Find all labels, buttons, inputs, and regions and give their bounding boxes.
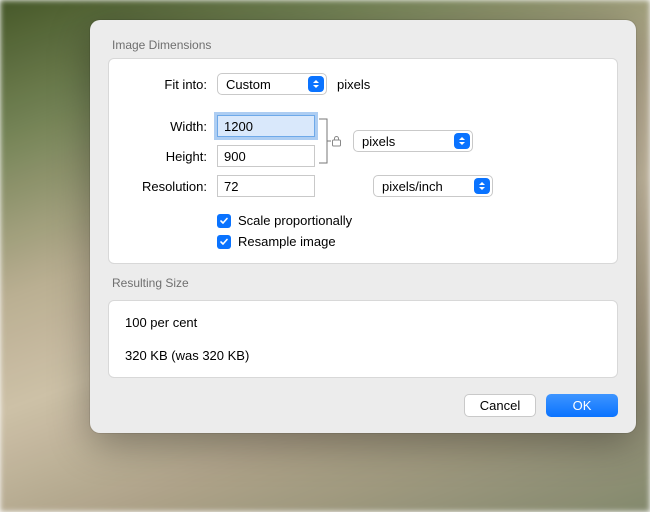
- ok-button[interactable]: OK: [546, 394, 618, 417]
- resample-image-checkbox[interactable]: [217, 235, 231, 249]
- resolution-label: Resolution:: [125, 179, 217, 194]
- resulting-size-label: Resulting Size: [108, 276, 618, 290]
- width-height-group: Width: Height:: [125, 115, 601, 167]
- scale-proportionally-row: Scale proportionally: [125, 213, 601, 228]
- dropdown-arrows-icon: [308, 76, 324, 92]
- resulting-filesize: 320 KB (was 320 KB): [125, 348, 601, 363]
- fit-into-row: Fit into: Custom pixels: [125, 73, 601, 95]
- width-label: Width:: [125, 119, 217, 134]
- dropdown-arrows-icon: [474, 178, 490, 194]
- resolution-input[interactable]: [217, 175, 315, 197]
- link-bracket: [317, 115, 333, 167]
- cancel-button[interactable]: Cancel: [464, 394, 536, 417]
- resize-dialog: Image Dimensions Fit into: Custom pixels…: [90, 20, 636, 433]
- height-label: Height:: [125, 149, 217, 164]
- width-height-unit-select[interactable]: pixels: [353, 130, 473, 152]
- width-input[interactable]: [217, 115, 315, 137]
- resulting-percent: 100 per cent: [125, 315, 601, 330]
- resample-image-row: Resample image: [125, 234, 601, 249]
- scale-proportionally-checkbox[interactable]: [217, 214, 231, 228]
- image-dimensions-box: Fit into: Custom pixels Width: Height:: [108, 58, 618, 264]
- resulting-size-box: 100 per cent 320 KB (was 320 KB): [108, 300, 618, 378]
- fit-into-label: Fit into:: [125, 77, 217, 92]
- fit-into-value: Custom: [226, 77, 271, 92]
- resolution-row: Resolution: pixels/inch: [125, 175, 601, 197]
- dialog-buttons: Cancel OK: [108, 394, 618, 417]
- lock-icon[interactable]: [329, 134, 343, 148]
- fit-into-unit: pixels: [327, 77, 370, 92]
- height-input[interactable]: [217, 145, 315, 167]
- scale-proportionally-label: Scale proportionally: [238, 213, 352, 228]
- resolution-unit-value: pixels/inch: [382, 179, 443, 194]
- resolution-unit-select[interactable]: pixels/inch: [373, 175, 493, 197]
- width-height-unit-value: pixels: [362, 134, 395, 149]
- dropdown-arrows-icon: [454, 133, 470, 149]
- fit-into-select[interactable]: Custom: [217, 73, 327, 95]
- resample-image-label: Resample image: [238, 234, 336, 249]
- image-dimensions-label: Image Dimensions: [108, 38, 618, 52]
